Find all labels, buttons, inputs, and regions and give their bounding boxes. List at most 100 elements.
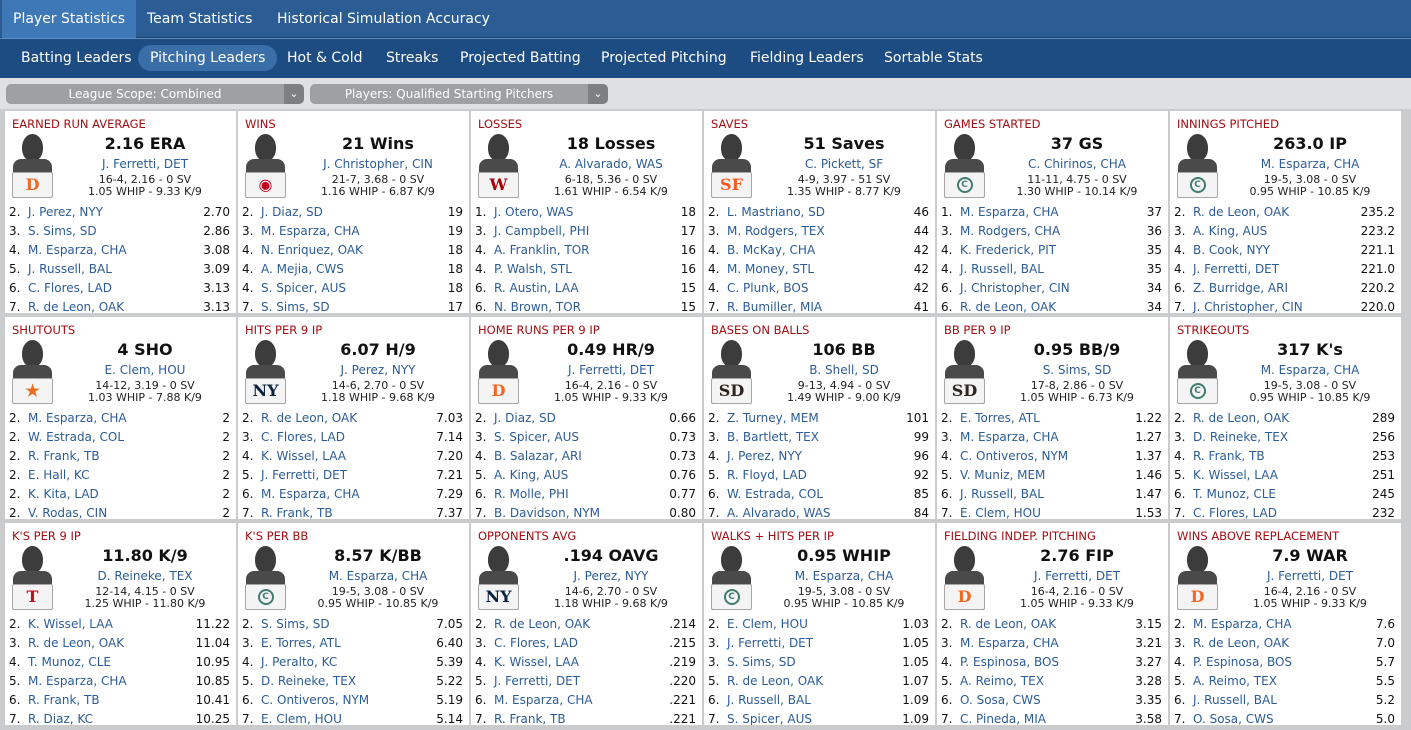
player-silhouette[interactable]: D [943, 546, 986, 612]
player-name-link[interactable]: J. Christopher, CIN [960, 279, 1070, 298]
subtab-projected-pitching[interactable]: Projected Pitching [589, 45, 739, 71]
leader-name-link[interactable]: M. Esparza, CHA [1219, 363, 1401, 377]
player-silhouette[interactable]: ◉ [244, 134, 287, 200]
subtab-sortable-stats[interactable]: Sortable Stats [872, 45, 995, 71]
player-name-link[interactable]: N. Brown, TOR [494, 298, 581, 313]
leader-name-link[interactable]: C. Pickett, SF [753, 157, 935, 171]
player-name-link[interactable]: K. Frederick, PIT [960, 241, 1056, 260]
player-name-link[interactable]: R. Diaz, KC [28, 710, 93, 725]
leader-name-link[interactable]: E. Clem, HOU [54, 363, 236, 377]
player-name-link[interactable]: J. Otero, WAS [494, 203, 573, 222]
player-name-link[interactable]: A. Reimo, TEX [960, 672, 1044, 691]
player-name-link[interactable]: B. Salazar, ARI [494, 447, 582, 466]
leader-name-link[interactable]: S. Sims, SD [986, 363, 1168, 377]
player-name-link[interactable]: R. Floyd, LAD [727, 466, 807, 485]
player-name-link[interactable]: L. Mastriano, SD [727, 203, 825, 222]
player-name-link[interactable]: R. de Leon, OAK [28, 298, 124, 313]
player-name-link[interactable]: R. Bumiller, MIA [727, 298, 822, 313]
player-name-link[interactable]: W. Estrada, COL [28, 428, 124, 447]
player-name-link[interactable]: A. Franklin, TOR [494, 241, 590, 260]
player-name-link[interactable]: J. Campbell, PHI [494, 222, 589, 241]
player-silhouette[interactable]: T [11, 546, 54, 612]
player-name-link[interactable]: J. Ferretti, DET [1193, 260, 1279, 279]
player-silhouette[interactable]: C [1176, 340, 1219, 406]
player-name-link[interactable]: J. Christopher, CIN [1193, 298, 1303, 313]
player-name-link[interactable]: S. Spicer, AUS [261, 279, 346, 298]
player-silhouette[interactable]: D [11, 134, 54, 200]
player-silhouette[interactable]: W [477, 134, 520, 200]
player-silhouette[interactable]: NY [244, 340, 287, 406]
player-name-link[interactable]: R. de Leon, OAK [960, 615, 1056, 634]
tab-historical-simulation-accuracy[interactable]: Historical Simulation Accuracy [266, 0, 501, 38]
leader-name-link[interactable]: M. Esparza, CHA [1219, 157, 1401, 171]
player-name-link[interactable]: J. Russell, BAL [960, 260, 1044, 279]
player-name-link[interactable]: S. Spicer, AUS [494, 428, 579, 447]
player-name-link[interactable]: J. Diaz, SD [494, 409, 556, 428]
player-name-link[interactable]: M. Esparza, CHA [28, 672, 127, 691]
players-filter-dropdown[interactable]: Players: Qualified Starting Pitchers ⌄ [310, 84, 608, 104]
player-name-link[interactable]: O. Sosa, CWS [1193, 710, 1274, 725]
player-name-link[interactable]: C. Flores, LAD [494, 634, 578, 653]
leader-name-link[interactable]: C. Chirinos, CHA [986, 157, 1168, 171]
player-name-link[interactable]: V. Rodas, CIN [28, 504, 107, 519]
player-name-link[interactable]: A. King, AUS [494, 466, 568, 485]
player-silhouette[interactable]: C [710, 546, 753, 612]
player-name-link[interactable]: M. Esparza, CHA [261, 222, 360, 241]
player-name-link[interactable]: J. Diaz, SD [261, 203, 323, 222]
player-name-link[interactable]: J. Perez, NYY [28, 203, 103, 222]
tab-player-statistics[interactable]: Player Statistics [2, 0, 137, 38]
player-name-link[interactable]: B. Davidson, NYM [494, 504, 600, 519]
player-name-link[interactable]: M. Esparza, CHA [960, 428, 1059, 447]
player-name-link[interactable]: K. Wissel, LAA [28, 615, 113, 634]
player-name-link[interactable]: M. Esparza, CHA [494, 691, 593, 710]
player-name-link[interactable]: C. Ontiveros, NYM [261, 691, 369, 710]
player-name-link[interactable]: M. Esparza, CHA [960, 634, 1059, 653]
player-name-link[interactable]: S. Sims, SD [261, 298, 330, 313]
leader-name-link[interactable]: J. Ferretti, DET [1219, 569, 1401, 583]
leader-name-link[interactable]: D. Reineke, TEX [54, 569, 236, 583]
player-name-link[interactable]: E. Clem, HOU [261, 710, 342, 725]
player-name-link[interactable]: R. de Leon, OAK [28, 634, 124, 653]
player-name-link[interactable]: R. de Leon, OAK [1193, 634, 1289, 653]
player-name-link[interactable]: T. Munoz, CLE [1193, 485, 1276, 504]
player-name-link[interactable]: V. Muniz, MEM [960, 466, 1045, 485]
player-name-link[interactable]: R. Frank, TB [28, 447, 100, 466]
player-name-link[interactable]: M. Rodgers, TEX [727, 222, 825, 241]
player-name-link[interactable]: J. Russell, BAL [727, 691, 811, 710]
player-name-link[interactable]: K. Wissel, LAA [494, 653, 579, 672]
player-silhouette[interactable]: SD [710, 340, 753, 406]
subtab-projected-batting[interactable]: Projected Batting [448, 45, 593, 71]
player-name-link[interactable]: S. Sims, SD [727, 653, 796, 672]
player-name-link[interactable]: J. Russell, BAL [960, 485, 1044, 504]
subtab-pitching-leaders[interactable]: Pitching Leaders [138, 45, 278, 71]
player-name-link[interactable]: S. Sims, SD [261, 615, 330, 634]
player-name-link[interactable]: M. Esparza, CHA [960, 203, 1059, 222]
leader-name-link[interactable]: B. Shell, SD [753, 363, 935, 377]
player-name-link[interactable]: B. Bartlett, TEX [727, 428, 819, 447]
leader-name-link[interactable]: J. Ferretti, DET [520, 363, 702, 377]
player-silhouette[interactable]: C [1176, 134, 1219, 200]
player-name-link[interactable]: T. Munoz, CLE [28, 653, 111, 672]
player-name-link[interactable]: R. de Leon, OAK [494, 615, 590, 634]
player-name-link[interactable]: J. Ferretti, DET [494, 672, 580, 691]
leader-name-link[interactable]: J. Ferretti, DET [986, 569, 1168, 583]
player-silhouette[interactable]: C [943, 134, 986, 200]
player-name-link[interactable]: R. de Leon, OAK [1193, 409, 1289, 428]
player-name-link[interactable]: N. Enriquez, OAK [261, 241, 363, 260]
player-name-link[interactable]: R. de Leon, OAK [727, 672, 823, 691]
player-name-link[interactable]: P. Espinosa, BOS [960, 653, 1059, 672]
player-name-link[interactable]: E. Torres, ATL [960, 409, 1040, 428]
player-name-link[interactable]: A. Alvarado, WAS [727, 504, 831, 519]
player-name-link[interactable]: R. Molle, PHI [494, 485, 569, 504]
player-name-link[interactable]: R. de Leon, OAK [1193, 203, 1289, 222]
player-name-link[interactable]: K. Wissel, LAA [1193, 466, 1278, 485]
player-name-link[interactable]: J. Peralto, KC [261, 653, 337, 672]
player-name-link[interactable]: A. King, AUS [1193, 222, 1267, 241]
player-silhouette[interactable]: D [1176, 546, 1219, 612]
leader-name-link[interactable]: A. Alvarado, WAS [520, 157, 702, 171]
player-name-link[interactable]: C. Flores, LAD [261, 428, 345, 447]
player-name-link[interactable]: C. Ontiveros, NYM [960, 447, 1068, 466]
player-silhouette[interactable]: D [477, 340, 520, 406]
player-name-link[interactable]: A. Reimo, TEX [1193, 672, 1277, 691]
player-silhouette[interactable]: NY [477, 546, 520, 612]
